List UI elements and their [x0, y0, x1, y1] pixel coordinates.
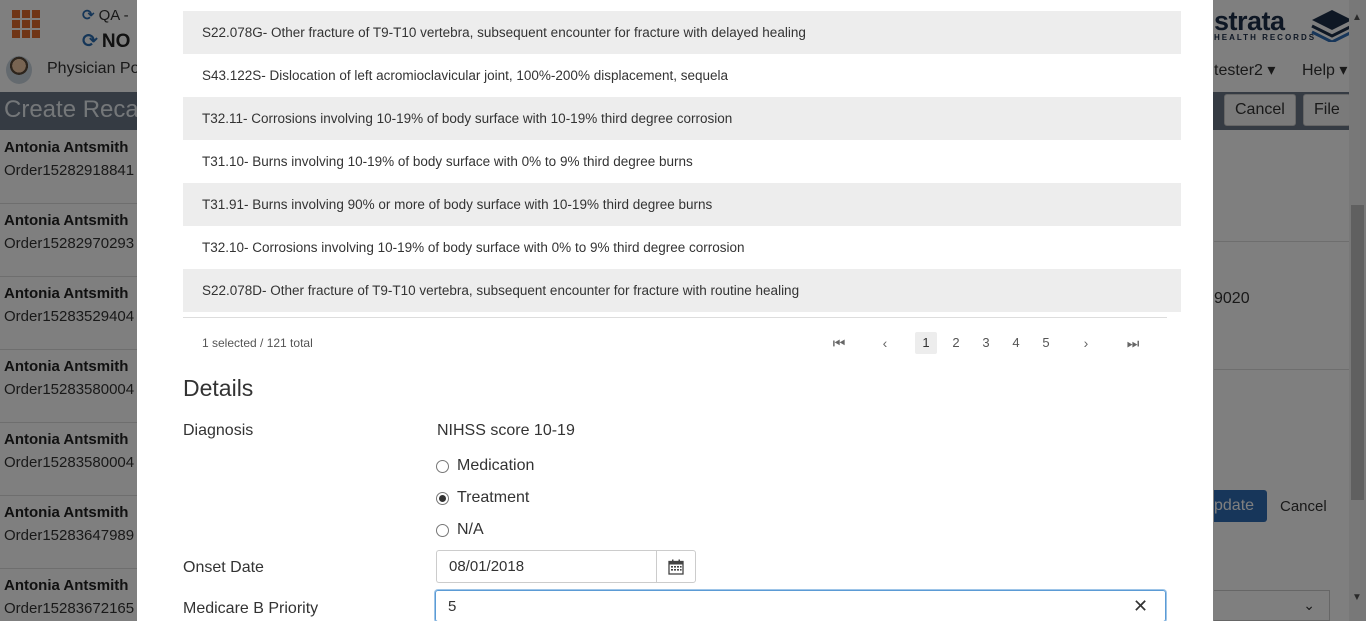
diagnosis-modal: S22.078G- Other fracture of T9-T10 verte… — [137, 0, 1213, 621]
onset-date-label: Onset Date — [183, 559, 264, 576]
diagnosis-label: Diagnosis — [183, 422, 254, 439]
diagnosis-code-text: S22.078D- Other fracture of T9-T10 verte… — [202, 283, 800, 298]
page-2-button[interactable]: 2 — [945, 332, 967, 354]
table-row[interactable]: S22.078D- Other fracture of T9-T10 verte… — [183, 269, 1181, 312]
calendar-button[interactable] — [656, 550, 696, 583]
details-heading: Details — [183, 375, 254, 401]
table-row[interactable]: S43.122S- Dislocation of left acromiocla… — [183, 54, 1181, 97]
diagnosis-code-text: T32.10- Corrosions involving 10-19% of b… — [202, 240, 745, 255]
radio-label: N/A — [457, 521, 484, 538]
last-page-icon[interactable]: ⏭ — [1123, 332, 1143, 354]
page-1-button[interactable]: 1 — [915, 332, 937, 354]
prev-page-icon[interactable]: ‹ — [875, 332, 895, 354]
table-row[interactable]: T32.10- Corrosions involving 10-19% of b… — [183, 226, 1181, 269]
medicare-priority-input[interactable]: 5 — [435, 590, 1166, 621]
diagnosis-code-text: S22.078G- Other fracture of T9-T10 verte… — [202, 25, 806, 40]
diagnosis-code-text: T32.11- Corrosions involving 10-19% of b… — [202, 111, 733, 126]
grid-footer: 1 selected / 121 total ⏮ ‹ 12345 › ⏭ — [183, 317, 1167, 363]
diagnosis-code-text: T31.10- Burns involving 10-19% of body s… — [202, 154, 693, 169]
radio-option-medication[interactable]: Medication — [436, 457, 534, 475]
radio-label: Treatment — [457, 489, 530, 506]
next-page-icon[interactable]: › — [1076, 332, 1096, 354]
radio-button[interactable] — [436, 459, 449, 473]
selection-status: 1 selected / 121 total — [202, 336, 313, 350]
page-3-button[interactable]: 3 — [975, 332, 997, 354]
page-5-button[interactable]: 5 — [1035, 332, 1057, 354]
table-row[interactable]: T32.11- Corrosions involving 10-19% of b… — [183, 97, 1181, 140]
grid-row-partial — [183, 0, 1181, 10]
radio-option-treatment[interactable]: Treatment — [436, 489, 529, 507]
table-row[interactable]: T31.91- Burns involving 90% or more of b… — [183, 183, 1181, 226]
onset-date-input[interactable]: 08/01/2018 — [436, 550, 658, 583]
first-page-icon[interactable]: ⏮ — [829, 332, 849, 354]
table-row[interactable]: S22.078G- Other fracture of T9-T10 verte… — [183, 11, 1181, 54]
diagnosis-code-text: T31.91- Burns involving 90% or more of b… — [202, 197, 713, 212]
calendar-icon — [668, 559, 684, 575]
radio-option-na[interactable]: N/A — [436, 521, 484, 539]
diagnosis-code-text: S43.122S- Dislocation of left acromiocla… — [202, 68, 729, 83]
radio-label: Medication — [457, 457, 535, 474]
radio-button[interactable] — [436, 523, 449, 537]
diagnosis-value: NIHSS score 10-19 — [437, 422, 575, 439]
medicare-priority-label: Medicare B Priority — [183, 600, 319, 617]
page-4-button[interactable]: 4 — [1005, 332, 1027, 354]
clear-icon[interactable]: ✕ — [1133, 596, 1148, 617]
radio-button[interactable] — [436, 491, 449, 505]
table-row[interactable]: T31.10- Burns involving 10-19% of body s… — [183, 140, 1181, 183]
